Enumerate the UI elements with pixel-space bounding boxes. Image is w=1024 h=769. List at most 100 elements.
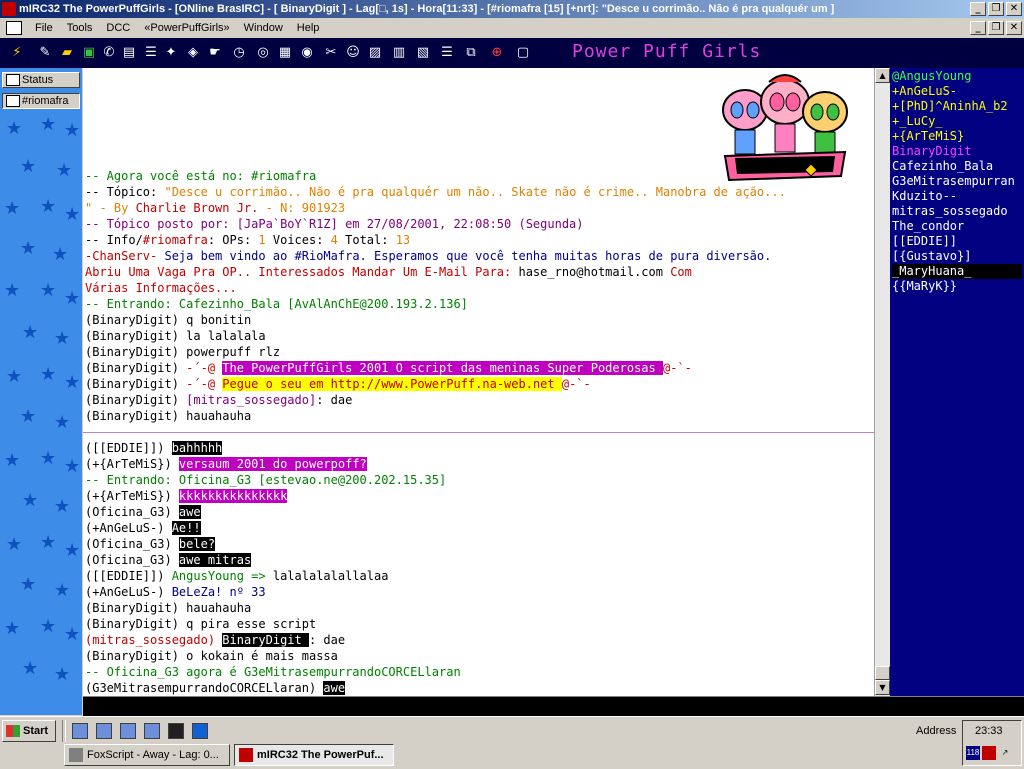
nick-item[interactable]: [[EDDIE]] [892,234,957,249]
dcc-chat-icon[interactable]: ☰ [142,44,160,62]
star-icon: ★ [64,456,81,477]
chat-text: (Oficina_G3) [85,505,179,519]
chat-text: (BinaryDigit) hauahauha [85,601,252,615]
child-restore-button[interactable]: ❐ [988,21,1004,35]
chat-text: -´-@ [186,377,223,391]
nick-item[interactable]: +AnGeLuS- [892,84,957,99]
tile-icon[interactable]: ☰ [438,44,456,62]
log-icon[interactable]: ▨ [366,44,384,62]
star-icon: ★ [40,280,57,301]
command-prompt-icon[interactable] [168,723,184,739]
finger-point-icon[interactable]: ☛ [206,44,224,62]
chat-line: (BinaryDigit) powerpuff rlz [85,344,280,360]
switchbar-status-label: Status [22,74,54,86]
chat-line: -- Tópico: "Desce u corrimão.. Não é pra… [85,184,786,200]
nick-item[interactable]: Kduzito-- [892,189,957,204]
script-icon[interactable]: ✂ [322,44,340,62]
tray-badge-icon[interactable]: 118 [966,746,980,760]
chat-window[interactable]: -- Agora você está no: #riomafra -- Tópic… [83,68,874,696]
chat-line: Abriu Uma Vaga Pra OP.. Interessados Man… [85,264,692,280]
task-foxscript[interactable]: FoxScript - Away - Lag: 0... [64,744,230,766]
chat-text: The PowerPuffGirls 2001 [222,361,396,375]
title-bar[interactable]: mIRC32 The PowerPuffGirls - [ONline Bras… [0,0,1024,18]
menu-tools[interactable]: Tools [60,22,100,34]
star-icon: ★ [4,618,21,639]
switchbar-riomafra-label: #riomafra [22,95,69,107]
scroll-down-button[interactable]: ▼ [875,680,890,695]
close-button[interactable]: ✕ [1006,2,1022,16]
cascade-icon[interactable]: ⧉ [462,44,480,62]
dcc-send-icon[interactable]: ▤ [120,44,138,62]
folder-icon[interactable]: ▰ [58,44,76,62]
chat-text: " - By [85,201,136,215]
lightning-icon[interactable]: ⚡ [8,44,26,62]
ignore-icon[interactable]: ◈ [184,44,202,62]
nick-item[interactable]: mitras_sossegado [892,204,1008,219]
switchbar-status[interactable]: Status [2,72,80,88]
menu-dcc[interactable]: DCC [99,22,137,34]
start-button[interactable]: Start [2,720,56,742]
task-mirc[interactable]: mIRC32 The PowerPuf... [234,744,394,766]
nick-item[interactable]: BinaryDigit [892,144,971,159]
about-icon[interactable]: ☺ [344,44,362,62]
restore-button[interactable]: ❐ [988,2,1004,16]
scroll-up-button[interactable]: ▲ [875,68,890,83]
chat-line: (Oficina_G3) awe [85,504,201,520]
text-icon[interactable]: ▦ [276,44,294,62]
child-minimize-button[interactable]: _ [970,21,986,35]
notify-icon[interactable]: ✆ [100,44,118,62]
quicklaunch-icon[interactable] [144,723,160,739]
chat-line: (BinaryDigit) -´-@ Pegue o seu em http:/… [85,376,591,392]
nick-item[interactable]: G3eMitrasempurran [892,174,1015,189]
nick-item[interactable]: {{MaRyK}} [892,279,957,294]
clock-icon[interactable]: ◷ [230,44,248,62]
menu-powerpuffgirls[interactable]: «PowerPuffGirls» [137,22,236,34]
menu-window[interactable]: Window [237,22,290,34]
menu-bar: File Tools DCC «PowerPuffGirls» Window H… [0,18,1024,38]
nick-list[interactable]: @AngusYoung +AnGeLuS- +[PhD]^AninhA_b2 +_Lu… [890,68,1024,696]
windows-logo-icon [6,725,20,737]
star-icon: ★ [64,372,81,393]
save-icon[interactable]: ▢ [514,44,532,62]
menu-file[interactable]: File [28,22,60,34]
chat-scrollbar[interactable]: ▲ ▼ [874,68,890,696]
chat-text: Pegue o seu em http://www.PowerPuff.na-w… [222,377,562,391]
scroll-thumb[interactable] [875,666,890,680]
chat-text: : dae [308,633,346,647]
nick-item[interactable]: +_LuCy_ [892,114,943,129]
window-list-icon[interactable]: ▧ [414,44,432,62]
powerpuff-girls-logo [722,74,848,182]
star-icon: ★ [40,616,57,637]
nick-item[interactable]: [{Gustavo}] [892,249,971,264]
nicklist-icon[interactable]: ▥ [390,44,408,62]
switchbar-riomafra[interactable]: #riomafra [2,93,80,109]
quicklaunch-icon[interactable] [96,723,112,739]
message-input[interactable] [83,696,1024,717]
options-icon[interactable]: ✎ [36,44,54,62]
child-window-icon[interactable] [6,21,22,35]
network-tray-icon[interactable]: ↗ [998,746,1012,760]
child-close-button[interactable]: ✕ [1006,21,1022,35]
nick-item[interactable]: +[PhD]^AninhA_b2 [892,99,1008,114]
chat-line: (Oficina_G3) bele? [85,536,216,552]
address-toolbar-label[interactable]: Address [916,725,956,737]
nick-item[interactable]: The_condor [892,219,964,234]
nick-item[interactable]: _MaryHuana_ [892,264,1022,279]
quicklaunch-icon[interactable] [120,723,136,739]
show-desktop-icon[interactable] [72,723,88,739]
nick-item[interactable]: +{ArTeMiS} [892,129,964,144]
menu-help[interactable]: Help [290,22,327,34]
nick-item[interactable]: Cafezinho_Bala [892,159,993,174]
timer-icon[interactable]: ◉ [298,44,316,62]
nick-item[interactable]: @AngusYoung [892,69,971,84]
minimize-button[interactable]: _ [970,2,986,16]
internet-explorer-icon[interactable] [192,723,208,739]
finger-icon[interactable]: ✦ [162,44,180,62]
mirc-tray-icon[interactable] [982,746,996,760]
chat-text: (BinaryDigit) o kokain é mais massa [85,649,338,663]
chat-text: 1 [258,233,266,247]
url-icon[interactable]: ◎ [254,44,272,62]
clock[interactable]: 23:33 [975,725,1003,737]
channel-icon[interactable]: ▣ [80,44,98,62]
lifebuoy-icon[interactable]: ⊕ [488,44,506,62]
